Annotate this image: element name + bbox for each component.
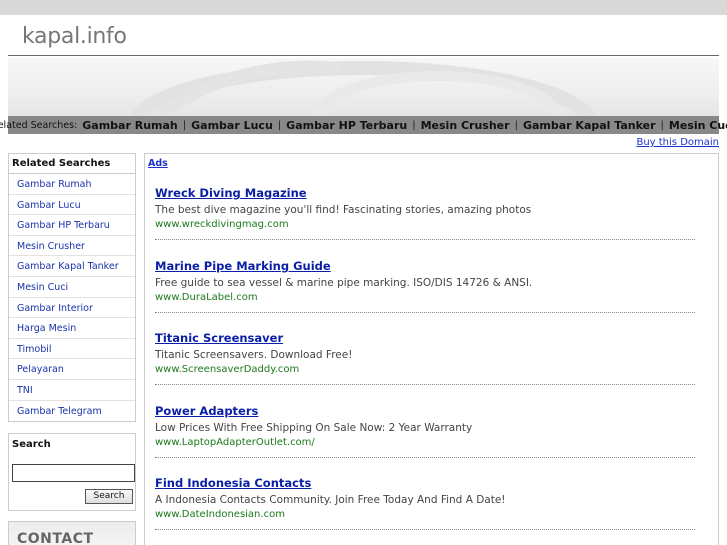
sidebar-heading: Related Searches (9, 154, 135, 174)
related-bar-link[interactable]: Gambar Lucu (191, 119, 273, 132)
ad-description: The best dive magazine you'll find! Fasc… (155, 204, 532, 216)
sidebar-item[interactable]: Timobil (9, 339, 135, 360)
sidebar-item[interactable]: TNI (9, 380, 135, 401)
separator: | (182, 119, 187, 131)
search-panel: Search Search (8, 433, 136, 511)
ad-description: A Indonesia Contacts Community. Join Fre… (155, 494, 506, 506)
search-heading: Search (12, 439, 51, 450)
sidebar-item[interactable]: Gambar Lucu (9, 195, 135, 216)
related-searches-bar: Related Searches: Gambar Rumah | Gambar … (0, 116, 727, 134)
ad-item: Wreck Diving Magazine The best dive maga… (155, 186, 695, 240)
related-bar-link[interactable]: Gambar Kapal Tanker (523, 119, 656, 132)
search-button[interactable]: Search (85, 489, 133, 504)
ad-url-link[interactable]: www.DateIndonesian.com (155, 509, 695, 520)
title-divider (8, 55, 719, 56)
ad-title-link[interactable]: Wreck Diving Magazine (155, 186, 695, 200)
related-bar-label: Related Searches: (0, 119, 78, 131)
contact-heading[interactable]: CONTACT (17, 531, 94, 545)
separator: | (277, 119, 282, 131)
related-bar-link[interactable]: Mesin Cuci (669, 119, 727, 132)
ad-title-link[interactable]: Marine Pipe Marking Guide (155, 259, 695, 273)
sidebar-item[interactable]: Gambar Rumah (9, 174, 135, 195)
ad-divider (155, 457, 695, 458)
sidebar-item[interactable]: Gambar Kapal Tanker (9, 256, 135, 277)
related-bar-link[interactable]: Mesin Crusher (421, 119, 510, 132)
related-bar-link[interactable]: Gambar Rumah (82, 119, 177, 132)
ad-title-link[interactable]: Find Indonesia Contacts (155, 476, 695, 490)
separator: | (660, 119, 664, 131)
ads-panel: Ads Wreck Diving Magazine The best dive … (144, 153, 719, 545)
sidebar-item[interactable]: Gambar Telegram (9, 401, 135, 422)
ad-title-link[interactable]: Power Adapters (155, 404, 695, 418)
separator: | (412, 119, 416, 131)
ad-item: Find Indonesia Contacts A Indonesia Cont… (155, 476, 695, 530)
sidebar-item[interactable]: Gambar HP Terbaru (9, 215, 135, 236)
ad-item: Titanic Screensaver Titanic Screensavers… (155, 331, 695, 385)
ads-label-link[interactable]: Ads (148, 158, 168, 169)
sidebar-item[interactable]: Mesin Crusher (9, 236, 135, 257)
banner-swoosh-graphic (129, 60, 597, 116)
sidebar-item[interactable]: Mesin Cuci (9, 277, 135, 298)
search-input[interactable] (12, 464, 135, 482)
related-bar-link[interactable]: Gambar HP Terbaru (286, 119, 407, 132)
site-title[interactable]: kapal.info (22, 24, 127, 49)
ad-divider (155, 239, 695, 240)
ad-description: Free guide to sea vessel & marine pipe m… (155, 277, 533, 289)
top-strip (0, 0, 727, 15)
sidebar-item[interactable]: Harga Mesin (9, 318, 135, 339)
ad-item: Power Adapters Low Prices With Free Ship… (155, 404, 695, 458)
sidebar-item[interactable]: Pelayaran (9, 359, 135, 380)
ad-url-link[interactable]: www.DuraLabel.com (155, 292, 695, 303)
ad-divider (155, 384, 695, 385)
sidebar-related-searches: Related Searches Gambar Rumah Gambar Luc… (8, 153, 136, 423)
ad-description: Titanic Screensavers. Download Free! (155, 349, 353, 361)
ad-title-link[interactable]: Titanic Screensaver (155, 331, 695, 345)
ad-url-link[interactable]: www.wreckdivingmag.com (155, 219, 695, 230)
header-banner (8, 58, 719, 116)
ad-description: Low Prices With Free Shipping On Sale No… (155, 422, 473, 434)
sidebar-item[interactable]: Gambar Interior (9, 298, 135, 319)
ad-divider (155, 312, 695, 313)
ad-url-link[interactable]: www.LaptopAdapterOutlet.com/ (155, 437, 695, 448)
ad-item: Marine Pipe Marking Guide Free guide to … (155, 259, 695, 313)
buy-domain-link[interactable]: Buy this Domain (636, 137, 719, 148)
contact-panel: CONTACT (8, 521, 136, 545)
separator: | (514, 119, 518, 131)
ad-divider (155, 529, 695, 530)
ad-url-link[interactable]: www.ScreensaverDaddy.com (155, 364, 695, 375)
